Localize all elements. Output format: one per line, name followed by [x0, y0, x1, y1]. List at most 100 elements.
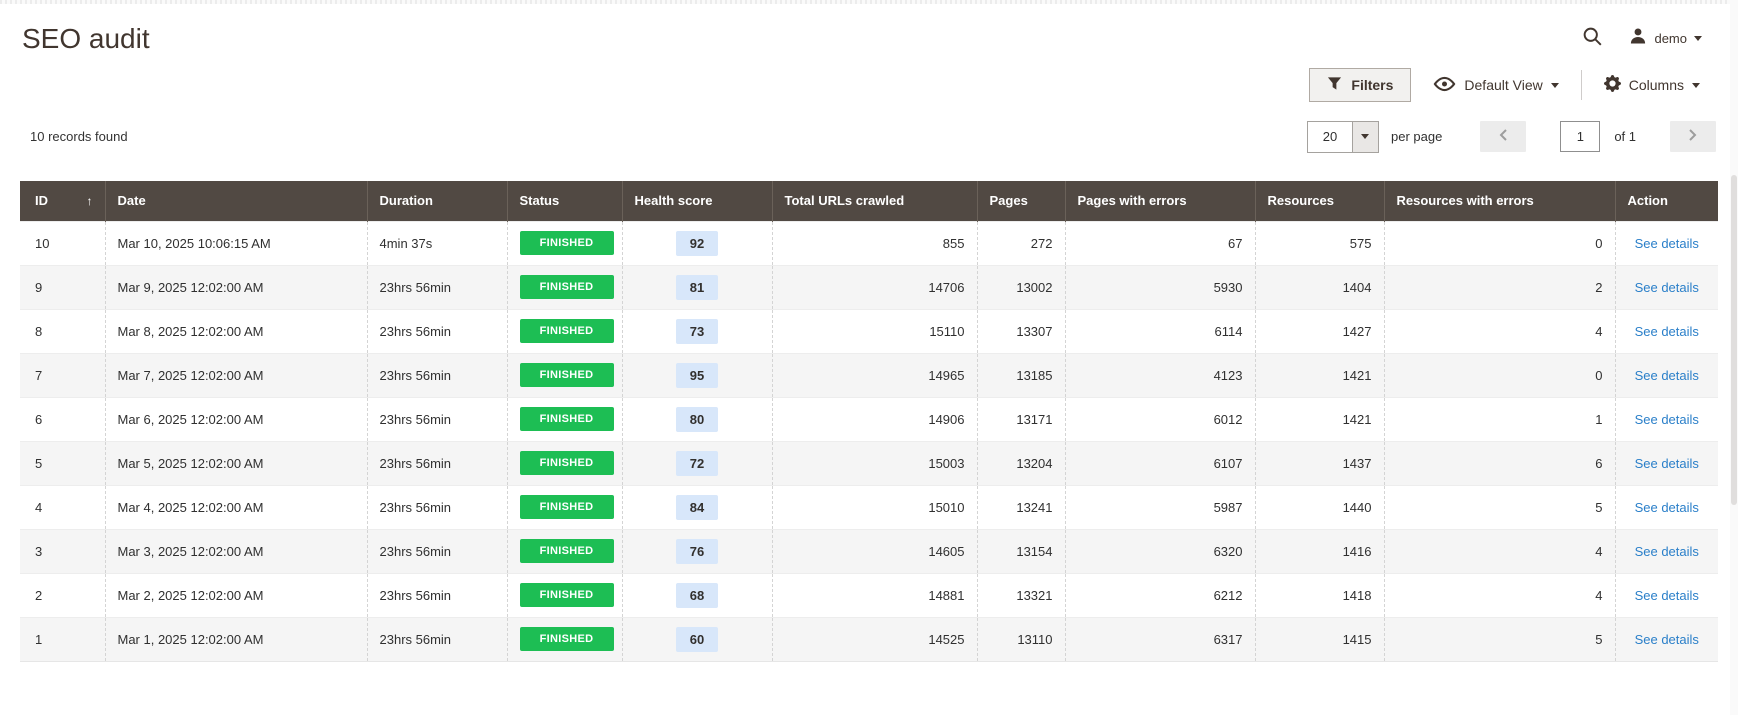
column-header-date[interactable]: Date	[105, 181, 367, 221]
cell-resources: 1421	[1255, 353, 1384, 397]
view-caret-icon	[1551, 83, 1559, 88]
cell-resources_errors: 4	[1384, 309, 1615, 353]
see-details-link[interactable]: See details	[1635, 412, 1699, 427]
cell-id: 2	[20, 573, 105, 617]
see-details-link[interactable]: See details	[1635, 324, 1699, 339]
cell-resources: 1404	[1255, 265, 1384, 309]
cell-resources: 1421	[1255, 397, 1384, 441]
grid-body: 10Mar 10, 2025 10:06:15 AM4min 37sFINISH…	[20, 221, 1718, 661]
cell-pages: 13110	[977, 617, 1065, 661]
cell-pages: 13185	[977, 353, 1065, 397]
column-header-pages_errors[interactable]: Pages with errors	[1065, 181, 1255, 221]
per-page-caret-icon	[1352, 122, 1378, 152]
page-input[interactable]	[1560, 121, 1600, 152]
per-page-label: per page	[1391, 129, 1442, 144]
cell-id: 5	[20, 441, 105, 485]
see-details-link[interactable]: See details	[1635, 236, 1699, 251]
see-details-link[interactable]: See details	[1635, 368, 1699, 383]
prev-page-button[interactable]	[1480, 121, 1526, 152]
eye-icon	[1433, 76, 1456, 95]
user-menu[interactable]: demo	[1629, 27, 1702, 50]
column-header-resources_errors[interactable]: Resources with errors	[1384, 181, 1615, 221]
column-header-id[interactable]: ID↑	[20, 181, 105, 221]
cell-pages_errors: 5987	[1065, 485, 1255, 529]
health-score-badge: 80	[676, 407, 718, 432]
next-page-button[interactable]	[1670, 121, 1716, 152]
table-row: 1Mar 1, 2025 12:02:00 AM23hrs 56minFINIS…	[20, 617, 1718, 661]
see-details-link[interactable]: See details	[1635, 632, 1699, 647]
grid-header-row: ID↑ Date Duration Status Health scoreTotal U…	[20, 181, 1718, 221]
toolbar-divider	[1581, 70, 1582, 100]
column-header-duration[interactable]: Duration	[367, 181, 507, 221]
column-label: Action	[1628, 193, 1668, 208]
cell-status: FINISHED	[507, 485, 622, 529]
column-header-urls[interactable]: Total URLs crawled	[772, 181, 977, 221]
cell-date: Mar 1, 2025 12:02:00 AM	[105, 617, 367, 661]
cell-urls: 14706	[772, 265, 977, 309]
status-badge: FINISHED	[520, 407, 614, 431]
cell-status: FINISHED	[507, 309, 622, 353]
cell-resources: 1437	[1255, 441, 1384, 485]
table-row: 9Mar 9, 2025 12:02:00 AM23hrs 56minFINIS…	[20, 265, 1718, 309]
view-switcher[interactable]: Default View	[1433, 76, 1558, 95]
see-details-link[interactable]: See details	[1635, 588, 1699, 603]
audit-grid-wrap: ID↑ Date Duration Status Health scoreTotal U…	[20, 181, 1718, 662]
see-details-link[interactable]: See details	[1635, 280, 1699, 295]
cell-pages_errors: 6320	[1065, 529, 1255, 573]
cell-health: 72	[622, 441, 772, 485]
cell-id: 8	[20, 309, 105, 353]
column-label: Date	[118, 193, 146, 208]
column-header-resources[interactable]: Resources	[1255, 181, 1384, 221]
see-details-link[interactable]: See details	[1635, 544, 1699, 559]
cell-id: 3	[20, 529, 105, 573]
scrollbar-thumb[interactable]	[1731, 175, 1737, 505]
cell-resources_errors: 5	[1384, 485, 1615, 529]
grid-status-bar: 10 records found 20 per page of 1	[0, 120, 1738, 153]
filters-button[interactable]: Filters	[1309, 68, 1411, 102]
cell-pages_errors: 5930	[1065, 265, 1255, 309]
cell-date: Mar 6, 2025 12:02:00 AM	[105, 397, 367, 441]
column-label: Pages	[990, 193, 1028, 208]
records-count: 10 records found	[30, 129, 128, 144]
cell-status: FINISHED	[507, 221, 622, 265]
column-header-pages[interactable]: Pages	[977, 181, 1065, 221]
cell-pages_errors: 6107	[1065, 441, 1255, 485]
user-avatar-icon	[1629, 27, 1647, 50]
cell-duration: 23hrs 56min	[367, 529, 507, 573]
audit-grid: ID↑ Date Duration Status Health scoreTotal U…	[20, 181, 1718, 662]
column-header-action[interactable]: Action	[1615, 181, 1718, 221]
cell-resources_errors: 4	[1384, 529, 1615, 573]
see-details-link[interactable]: See details	[1635, 456, 1699, 471]
status-badge: FINISHED	[520, 495, 614, 519]
status-badge: FINISHED	[520, 451, 614, 475]
cell-status: FINISHED	[507, 529, 622, 573]
column-label: Resources with errors	[1397, 193, 1534, 208]
cell-duration: 23hrs 56min	[367, 441, 507, 485]
cell-health: 81	[622, 265, 772, 309]
sort-asc-icon: ↑	[87, 194, 93, 208]
cell-resources_errors: 4	[1384, 573, 1615, 617]
column-header-health[interactable]: Health score	[622, 181, 772, 221]
pagination: 20 per page of 1	[1307, 121, 1716, 153]
cell-resources_errors: 0	[1384, 353, 1615, 397]
cell-urls: 15110	[772, 309, 977, 353]
cell-date: Mar 9, 2025 12:02:00 AM	[105, 265, 367, 309]
health-score-badge: 95	[676, 363, 718, 388]
status-badge: FINISHED	[520, 363, 614, 387]
see-details-link[interactable]: See details	[1635, 500, 1699, 515]
column-header-status[interactable]: Status	[507, 181, 622, 221]
username: demo	[1654, 31, 1687, 46]
health-score-badge: 68	[676, 583, 718, 608]
cell-pages_errors: 6212	[1065, 573, 1255, 617]
columns-control[interactable]: Columns	[1604, 75, 1700, 95]
cell-resources: 1440	[1255, 485, 1384, 529]
per-page-select[interactable]: 20	[1307, 121, 1379, 153]
chevron-left-icon	[1498, 128, 1508, 145]
search-button[interactable]	[1582, 26, 1603, 50]
cell-status: FINISHED	[507, 441, 622, 485]
cell-id: 9	[20, 265, 105, 309]
cell-date: Mar 8, 2025 12:02:00 AM	[105, 309, 367, 353]
scrollbar-track[interactable]	[1730, 0, 1738, 715]
column-label: Status	[520, 193, 560, 208]
cell-urls: 15003	[772, 441, 977, 485]
